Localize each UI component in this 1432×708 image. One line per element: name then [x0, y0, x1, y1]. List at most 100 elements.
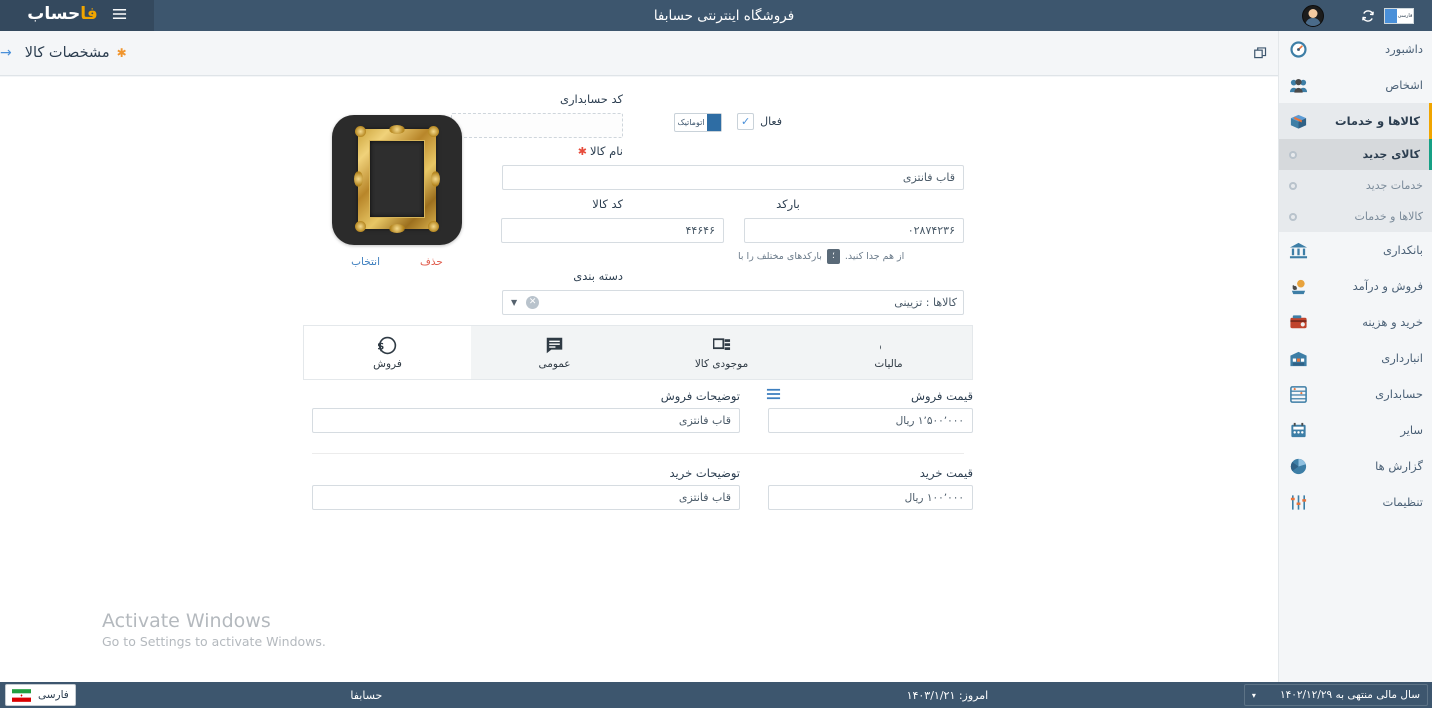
accounting-code-row: کد حسابداری اتوماتیک فعال ✓: [0, 92, 1278, 142]
main-content: کد حسابداری اتوماتیک فعال ✓ نام کالا✱ قا…: [0, 77, 1278, 682]
sale-price-input[interactable]: ۱٬۵۰۰٬۰۰۰ ریال: [768, 408, 973, 433]
tab-label: موجودی کالا: [694, 358, 749, 370]
category-row: دسته بندی کالاها : تزیینی ✕ ▼: [0, 269, 1278, 319]
product-image[interactable]: [332, 115, 462, 245]
abacus-icon: [1289, 385, 1308, 404]
language-label: فارسی: [37, 689, 69, 701]
frame-ornament-left: [354, 171, 363, 187]
sidebar-item-label: انبارداری: [1381, 351, 1423, 365]
app-title: فروشگاه اینترنتی حسابفا: [653, 7, 795, 24]
sidebar-item-sales-income[interactable]: فروش و درآمد: [1279, 268, 1432, 304]
sidebar-item-warehouse[interactable]: انبارداری: [1279, 340, 1432, 376]
category-select[interactable]: کالاها : تزیینی ✕ ▼: [502, 290, 964, 315]
sidebar-item-label: بانکداری: [1382, 243, 1423, 257]
sale-description-input[interactable]: قاب فانتزی: [312, 408, 740, 433]
sidebar-item-banking[interactable]: بانکداری: [1279, 232, 1432, 268]
sidebar-item-accounting[interactable]: حسابداری: [1279, 376, 1432, 412]
sales-income-icon: [1289, 277, 1308, 296]
tab-label: مالیات: [874, 358, 903, 370]
sidebar-item-dashboard[interactable]: داشبورد: [1279, 31, 1432, 67]
restore-window-icon[interactable]: [1242, 46, 1278, 60]
sidebar-subitem-new-service[interactable]: خدمات جدید: [1279, 170, 1432, 201]
purchase-price-input[interactable]: ۱۰۰٬۰۰۰ ریال: [768, 485, 973, 510]
category-selected-value: کالاها : تزیینی: [894, 296, 957, 309]
frame-ornament-corner-bl: [355, 221, 366, 232]
document-lines-icon: [546, 335, 563, 355]
active-checkbox-label: فعال: [760, 115, 782, 128]
warehouse-icon: [1289, 349, 1308, 368]
auto-code-toggle-label: اتوماتیک: [677, 118, 705, 127]
picture-frame-inner: [369, 140, 425, 218]
sidebar-subgroup-goods: کالای جدید خدمات جدید کالاها و خدمات: [1279, 139, 1432, 232]
chevron-down-icon[interactable]: ▼: [511, 298, 517, 307]
sidebar-subitem-new-product[interactable]: کالای جدید: [1279, 139, 1432, 170]
frame-ornament-corner-tl: [355, 126, 366, 137]
people-icon: [1289, 76, 1308, 95]
page-title-text: مشخصات کالا: [24, 45, 110, 61]
tab-label: فروش: [373, 358, 402, 370]
refresh-icon[interactable]: [1361, 9, 1375, 23]
active-checkbox[interactable]: فعال ✓: [737, 113, 782, 130]
frame-ornament-top: [389, 125, 405, 134]
product-image-actions: حذف انتخاب: [332, 256, 462, 268]
tab-stock[interactable]: موجودی کالا: [638, 326, 805, 379]
help-icon[interactable]: ?: [1341, 8, 1352, 23]
sidebar-item-label: خرید و هزینه: [1362, 315, 1423, 329]
barcode-hint-separator-key: ؛: [826, 249, 840, 264]
sidebar-item-label: سایر: [1400, 423, 1423, 437]
tab-tax[interactable]: % مالیات: [805, 326, 972, 379]
language-chip-swatch: [1385, 8, 1397, 23]
sidebar: داشبورد اشخاص کالاها و خدمات کالای جدید: [1278, 31, 1432, 682]
sidebar-item-settings[interactable]: تنظیمات: [1279, 484, 1432, 520]
barcode-label: بارکد: [776, 197, 800, 211]
product-image-block: حذف انتخاب: [332, 115, 462, 268]
language-selector[interactable]: فارسی: [4, 684, 76, 706]
frame-ornament-right: [431, 171, 440, 187]
modified-marker: ✱: [116, 46, 127, 60]
sidebar-item-purchase-expense[interactable]: خرید و هزینه: [1279, 304, 1432, 340]
brand-area: فاحساب: [0, 0, 154, 31]
logo-main: حساب: [27, 4, 81, 24]
sidebar-item-goods-and-services[interactable]: کالاها و خدمات: [1279, 103, 1432, 139]
arrow-left-icon[interactable]: →: [0, 45, 12, 61]
accounting-code-input[interactable]: [451, 113, 623, 138]
product-code-input[interactable]: [501, 218, 724, 243]
sidebar-item-label: داشبورد: [1384, 42, 1423, 56]
hamburger-icon[interactable]: [112, 8, 127, 23]
auto-code-toggle[interactable]: اتوماتیک: [674, 113, 722, 132]
language-switch-chip[interactable]: فارسی: [1384, 7, 1414, 24]
purchase-description-input[interactable]: قاب فانتزی: [312, 485, 740, 510]
percent-icon: %: [880, 335, 898, 355]
pane-divider: [312, 453, 964, 454]
sidebar-item-reports[interactable]: گزارش ها: [1279, 448, 1432, 484]
app-logo: فاحساب: [27, 6, 98, 23]
avatar[interactable]: [1302, 4, 1324, 27]
logo-accent: فا: [80, 4, 98, 24]
hamburger-menu-icon[interactable]: [766, 388, 781, 403]
delete-image-button[interactable]: حذف: [420, 256, 443, 268]
fiscal-year-label: سال مالی منتهی به ۱۴۰۲/۱۲/۲۹: [1279, 689, 1420, 701]
sidebar-item-label: حسابداری: [1375, 387, 1423, 401]
sales-pane: قیمت فروش ۱٬۵۰۰٬۰۰۰ ریال توضیحات فروش قا…: [303, 388, 973, 518]
sidebar-subitem-goods-and-services[interactable]: کالاها و خدمات: [1279, 201, 1432, 232]
tab-general[interactable]: عمومی: [471, 326, 638, 379]
svg-text:%: %: [880, 336, 881, 354]
bullet-icon: [1289, 150, 1297, 159]
sidebar-item-other[interactable]: سایر: [1279, 412, 1432, 448]
clear-circle-icon[interactable]: ✕: [526, 296, 540, 309]
sidebar-subitem-label: خدمات جدید: [1365, 179, 1423, 192]
fiscal-year-selector[interactable]: سال مالی منتهی به ۱۴۰۲/۱۲/۲۹ ▾: [1243, 684, 1428, 706]
title-bar: ? فارسی فروشگاه اینترنتی حسابفا: [0, 0, 1432, 31]
bullet-icon: [1289, 181, 1297, 190]
title-bar-left-tools: ? فارسی: [1294, 0, 1432, 31]
tab-sales[interactable]: $ فروش: [304, 326, 471, 379]
sidebar-item-people[interactable]: اشخاص: [1279, 67, 1432, 103]
sidebar-subitem-label: کالای جدید: [1362, 148, 1420, 161]
chevron-down-icon[interactable]: ▾: [1252, 691, 1256, 700]
product-name-input[interactable]: [502, 165, 964, 190]
select-image-button[interactable]: انتخاب: [351, 256, 380, 268]
barcode-input[interactable]: [744, 218, 964, 243]
iran-flag-icon: [11, 688, 31, 702]
barcode-hint-before: بارکدهای مختلف را با: [738, 251, 822, 262]
purchase-expense-icon: [1289, 313, 1308, 332]
